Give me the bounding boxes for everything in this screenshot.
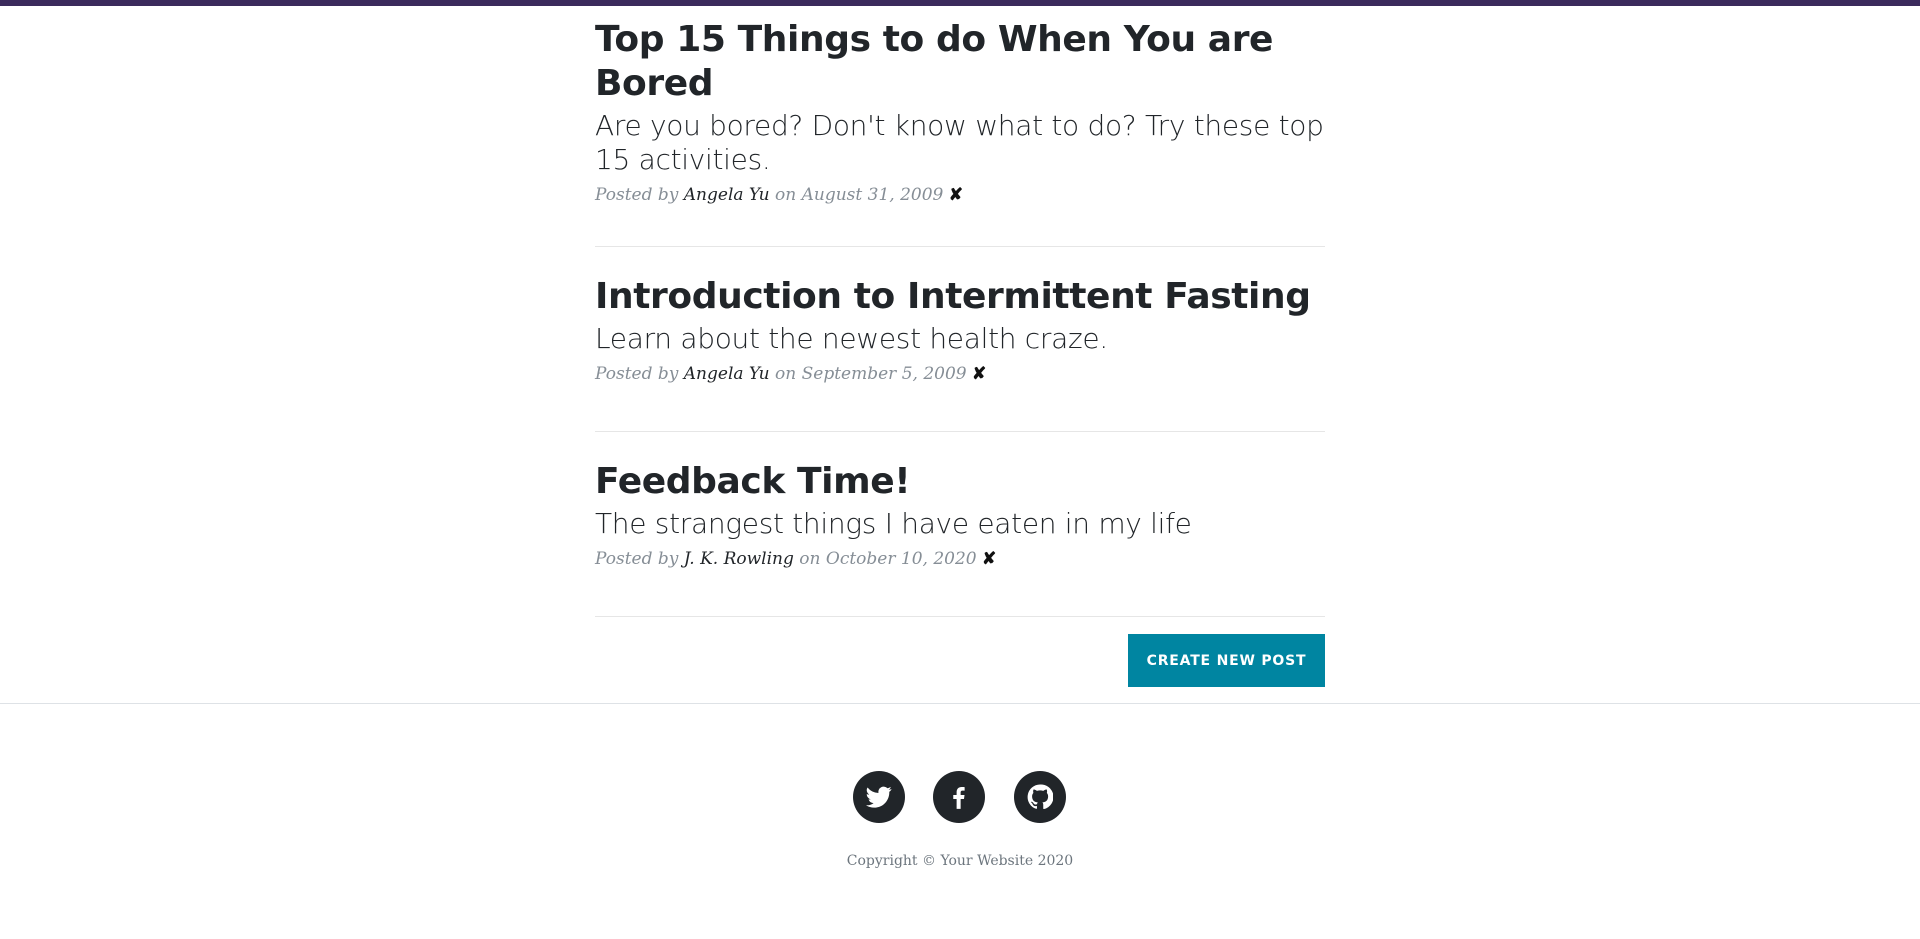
meta-on: on <box>775 364 797 384</box>
delete-post-icon[interactable]: ✘ <box>972 364 986 384</box>
create-post-row: CREATE NEW POST <box>595 634 1325 687</box>
post-title[interactable]: Feedback Time! <box>595 460 1325 504</box>
meta-on: on <box>775 185 797 205</box>
post-title[interactable]: Introduction to Intermittent Fasting <box>595 275 1325 319</box>
github-link[interactable] <box>1014 771 1066 823</box>
twitter-icon <box>866 786 892 808</box>
post-subtitle: Are you bored? Don't know what to do? Tr… <box>595 109 1324 176</box>
post-author-link[interactable]: Angela Yu <box>684 185 770 205</box>
post-meta: Posted by Angela Yu on August 31, 2009 ✘ <box>595 183 1325 207</box>
facebook-icon <box>953 787 965 809</box>
create-new-post-button[interactable]: CREATE NEW POST <box>1128 634 1325 687</box>
github-icon <box>1027 784 1053 810</box>
delete-post-icon[interactable]: ✘ <box>982 549 996 569</box>
post-author-link[interactable]: J. K. Rowling <box>684 549 794 569</box>
meta-prefix: Posted by <box>595 549 679 569</box>
meta-prefix: Posted by <box>595 364 679 384</box>
post-subtitle: The strangest things I have eaten in my … <box>595 507 1192 540</box>
post-author-link[interactable]: Angela Yu <box>684 364 770 384</box>
post-meta: Posted by J. K. Rowling on October 10, 2… <box>595 547 1325 571</box>
copyright-text: Copyright © Your Website 2020 <box>846 853 1074 869</box>
post-date: August 31, 2009 <box>801 185 944 205</box>
post-meta: Posted by Angela Yu on September 5, 2009… <box>595 362 1325 386</box>
facebook-link[interactable] <box>933 771 985 823</box>
post-date: October 10, 2020 <box>825 549 977 569</box>
footer-divider <box>0 703 1920 704</box>
post-subtitle: Learn about the newest health craze. <box>595 322 1108 355</box>
post-title[interactable]: Top 15 Things to do When You are Bored <box>595 18 1325 106</box>
post-preview: Top 15 Things to do When You are Bored A… <box>595 6 1325 247</box>
post-preview: Feedback Time! The strangest things I ha… <box>595 432 1325 617</box>
twitter-link[interactable] <box>853 771 905 823</box>
post-preview: Introduction to Intermittent Fasting Lea… <box>595 247 1325 432</box>
meta-on: on <box>799 549 821 569</box>
post-list: Top 15 Things to do When You are Bored A… <box>595 6 1325 617</box>
meta-prefix: Posted by <box>595 185 679 205</box>
delete-post-icon[interactable]: ✘ <box>949 185 963 205</box>
post-date: September 5, 2009 <box>801 364 967 384</box>
